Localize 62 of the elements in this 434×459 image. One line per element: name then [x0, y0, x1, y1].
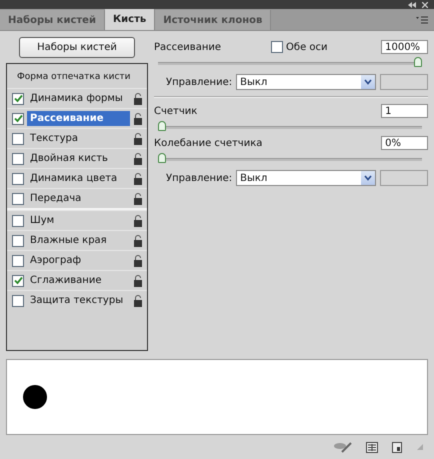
checkbox[interactable]: [12, 172, 24, 184]
lock-icon[interactable]: [133, 214, 143, 226]
slider-thumb[interactable]: [414, 57, 422, 67]
close-icon[interactable]: [422, 2, 428, 8]
setting-label: Рассеивание: [154, 42, 222, 52]
control-dropdown[interactable]: Выкл: [236, 170, 376, 186]
checkbox[interactable]: [12, 92, 24, 104]
checkbox[interactable]: [12, 132, 24, 144]
panel-tab[interactable]: Источник клонов: [155, 10, 272, 30]
lock-icon[interactable]: [133, 92, 143, 104]
list-item[interactable]: Аэрограф: [27, 253, 130, 268]
lock-icon[interactable]: [133, 234, 143, 246]
list-item[interactable]: Рассеивание: [27, 111, 130, 126]
disabled-field: [380, 170, 428, 186]
brush-presets-button[interactable]: Наборы кистей: [19, 37, 135, 58]
brush-dot-icon: [23, 385, 47, 409]
checkbox[interactable]: [12, 214, 24, 226]
checkbox[interactable]: [271, 41, 284, 53]
setting-label: Колебание счетчика: [154, 138, 262, 148]
slider-thumb[interactable]: [158, 153, 166, 163]
checkbox[interactable]: [12, 152, 24, 164]
checkbox[interactable]: [12, 254, 24, 266]
checkbox[interactable]: [12, 192, 24, 204]
control-dropdown[interactable]: Выкл: [236, 74, 376, 90]
new-page-icon[interactable]: [392, 442, 402, 452]
value-field[interactable]: 1000%: [381, 40, 428, 54]
checkbox[interactable]: [12, 112, 24, 124]
lock-icon[interactable]: [133, 132, 143, 144]
disabled-field: [380, 74, 428, 90]
list-item[interactable]: Динамика формы: [27, 91, 130, 106]
list-header[interactable]: Форма отпечатка кисти: [7, 68, 147, 88]
list-item[interactable]: Сглаживание: [27, 273, 130, 288]
value-field[interactable]: 1: [381, 104, 428, 118]
checkbox[interactable]: [12, 274, 24, 286]
control-label: Управление:: [166, 76, 232, 88]
resize-grip-icon[interactable]: [416, 443, 424, 451]
checkbox[interactable]: [12, 234, 24, 246]
list-item[interactable]: Текстура: [27, 131, 130, 146]
lock-icon[interactable]: [133, 152, 143, 164]
menu-icon[interactable]: [416, 16, 428, 24]
panel-tab[interactable]: Кисть: [104, 9, 156, 30]
eye-brush-icon[interactable]: [334, 441, 352, 453]
lock-icon[interactable]: [133, 172, 143, 184]
lock-icon[interactable]: [133, 294, 143, 306]
value-field[interactable]: 0%: [381, 136, 428, 150]
control-label: Управление:: [166, 172, 232, 184]
list-item[interactable]: Динамика цвета: [27, 171, 130, 186]
checkbox[interactable]: [12, 294, 24, 306]
checkbox-label[interactable]: Обе оси: [286, 42, 328, 52]
list-item[interactable]: Влажные края: [27, 233, 130, 248]
lock-icon[interactable]: [133, 254, 143, 266]
list-item[interactable]: Передача: [27, 191, 130, 206]
slider-thumb[interactable]: [158, 121, 166, 131]
list-item[interactable]: Защита текстуры: [27, 293, 130, 308]
lock-icon[interactable]: [133, 192, 143, 204]
list-item[interactable]: Двойная кисть: [27, 151, 130, 166]
setting-label: Счетчик: [154, 106, 198, 116]
panel-tab[interactable]: Наборы кистей: [0, 10, 105, 30]
grid-icon[interactable]: [366, 442, 378, 452]
lock-icon[interactable]: [133, 274, 143, 286]
list-item[interactable]: Шум: [27, 213, 130, 228]
lock-icon[interactable]: [133, 112, 143, 124]
